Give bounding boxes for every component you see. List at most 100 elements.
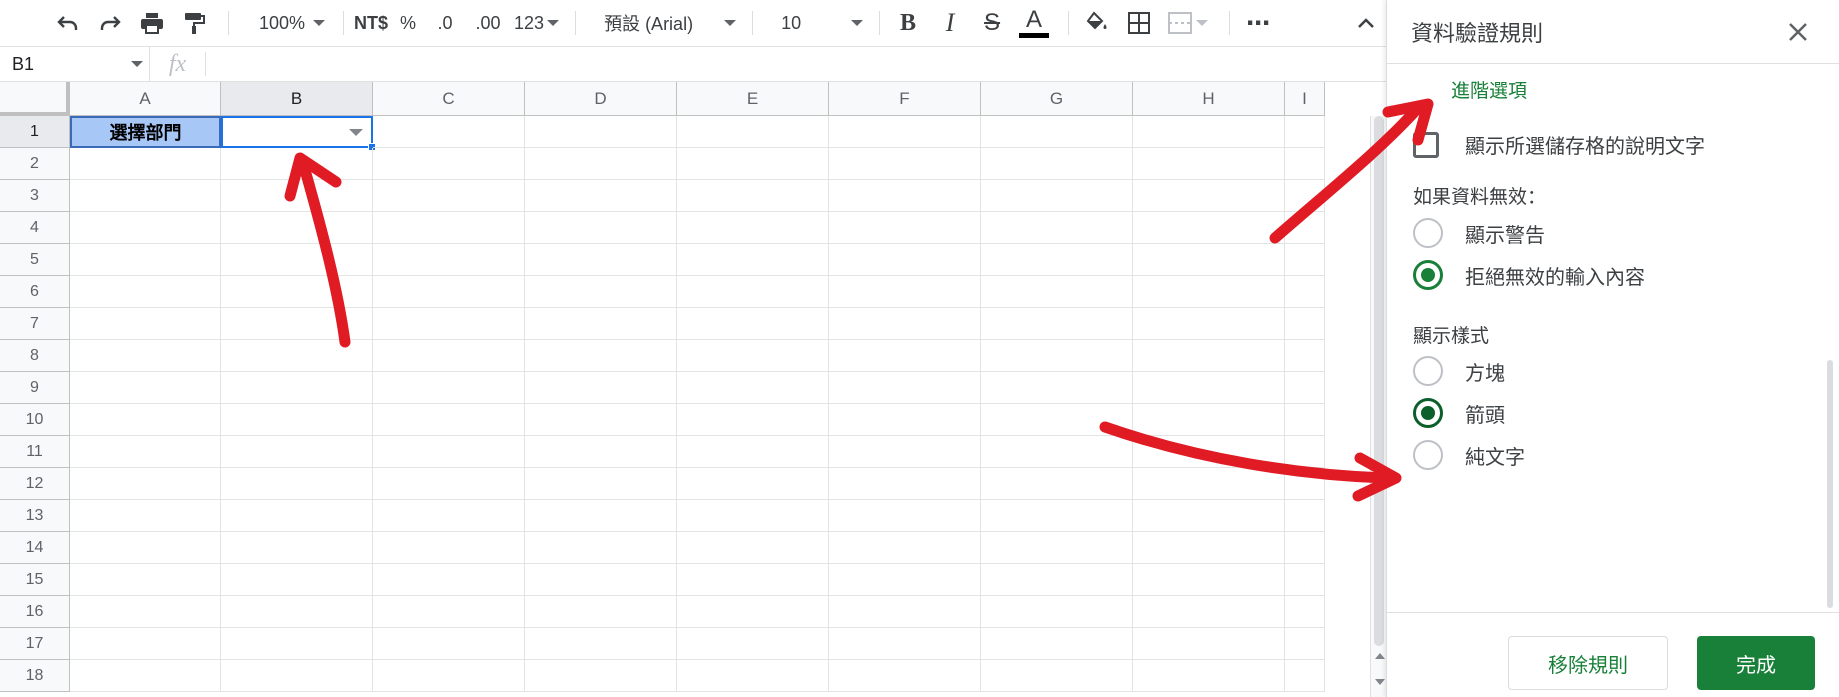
cell-f6[interactable] [829,276,981,308]
cell-c1[interactable] [373,116,525,148]
cell-d5[interactable] [525,244,677,276]
cell-f14[interactable] [829,532,981,564]
cell-i10[interactable] [1285,404,1325,436]
cell-e1[interactable] [677,116,829,148]
cell-c9[interactable] [373,372,525,404]
column-header-h[interactable]: H [1133,82,1285,116]
cell-d1[interactable] [525,116,677,148]
cell-a13[interactable] [70,500,221,532]
formula-input[interactable] [206,47,1386,81]
cell-h8[interactable] [1133,340,1285,372]
column-header-c[interactable]: C [373,82,525,116]
cell-a4[interactable] [70,212,221,244]
cell-b14[interactable] [221,532,373,564]
cell-i6[interactable] [1285,276,1325,308]
cell-f9[interactable] [829,372,981,404]
cell-a7[interactable] [70,308,221,340]
cell-d2[interactable] [525,148,677,180]
cell-h13[interactable] [1133,500,1285,532]
cell-a5[interactable] [70,244,221,276]
redo-icon[interactable] [92,8,128,38]
column-header-g[interactable]: G [981,82,1133,116]
cell-e17[interactable] [677,628,829,660]
cell-e5[interactable] [677,244,829,276]
row-header-9[interactable]: 9 [0,372,70,404]
cell-b17[interactable] [221,628,373,660]
cell-g8[interactable] [981,340,1133,372]
cell-h5[interactable] [1133,244,1285,276]
cell-i3[interactable] [1285,180,1325,212]
cell-h2[interactable] [1133,148,1285,180]
remove-rule-button[interactable]: 移除規則 [1508,636,1668,690]
decrease-decimal-button[interactable]: .0 [428,8,462,38]
cell-g17[interactable] [981,628,1133,660]
cell-g7[interactable] [981,308,1133,340]
cell-b5[interactable] [221,244,373,276]
cell-d9[interactable] [525,372,677,404]
panel-scrollbar[interactable] [1827,360,1833,608]
invalid-option-warning[interactable]: 顯示警告 [1413,218,1545,248]
row-header-3[interactable]: 3 [0,180,70,212]
cell-e2[interactable] [677,148,829,180]
cell-f18[interactable] [829,660,981,692]
row-header-1[interactable]: 1 [0,116,70,148]
cell-c15[interactable] [373,564,525,596]
invalid-option-reject[interactable]: 拒絕無效的輸入內容 [1413,260,1645,290]
cell-e13[interactable] [677,500,829,532]
cell-f11[interactable] [829,436,981,468]
cell-a17[interactable] [70,628,221,660]
row-header-5[interactable]: 5 [0,244,70,276]
cell-a6[interactable] [70,276,221,308]
font-size-select[interactable]: 10 [763,8,864,38]
radio-button-selected[interactable] [1413,398,1443,428]
currency-format-button[interactable]: NT$ [354,8,388,38]
cell-g10[interactable] [981,404,1133,436]
cell-f13[interactable] [829,500,981,532]
advanced-options-link[interactable]: 進階選項 [1451,76,1527,103]
cell-e4[interactable] [677,212,829,244]
cell-c18[interactable] [373,660,525,692]
cell-h1[interactable] [1133,116,1285,148]
cell-i9[interactable] [1285,372,1325,404]
cell-d3[interactable] [525,180,677,212]
cell-f7[interactable] [829,308,981,340]
cell-f12[interactable] [829,468,981,500]
cell-g16[interactable] [981,596,1133,628]
cell-d10[interactable] [525,404,677,436]
cell-h3[interactable] [1133,180,1285,212]
cell-b10[interactable] [221,404,373,436]
cell-f5[interactable] [829,244,981,276]
cell-g9[interactable] [981,372,1133,404]
cell-g2[interactable] [981,148,1133,180]
cell-b8[interactable] [221,340,373,372]
row-header-16[interactable]: 16 [0,596,70,628]
cell-b16[interactable] [221,596,373,628]
cell-h11[interactable] [1133,436,1285,468]
vertical-scrollbar[interactable] [1370,116,1386,697]
cell-h9[interactable] [1133,372,1285,404]
row-header-11[interactable]: 11 [0,436,70,468]
cell-g12[interactable] [981,468,1133,500]
cell-c4[interactable] [373,212,525,244]
column-header-d[interactable]: D [525,82,677,116]
cell-e11[interactable] [677,436,829,468]
bold-button[interactable]: B [890,8,926,38]
cell-a2[interactable] [70,148,221,180]
help-text-option[interactable]: 顯示所選儲存格的說明文字 [1413,130,1705,159]
cell-g15[interactable] [981,564,1133,596]
font-select[interactable]: 預設 (Arial) [586,8,737,38]
cell-e16[interactable] [677,596,829,628]
style-option-chip[interactable]: 方塊 [1413,356,1505,386]
cell-h10[interactable] [1133,404,1285,436]
cell-e8[interactable] [677,340,829,372]
italic-button[interactable]: I [932,8,968,38]
cell-c2[interactable] [373,148,525,180]
cell-h15[interactable] [1133,564,1285,596]
scroll-up-icon[interactable] [1375,653,1385,659]
paint-format-icon[interactable] [176,8,212,38]
cell-f16[interactable] [829,596,981,628]
cell-f3[interactable] [829,180,981,212]
cell-c16[interactable] [373,596,525,628]
cell-b15[interactable] [221,564,373,596]
radio-button[interactable] [1413,356,1443,386]
